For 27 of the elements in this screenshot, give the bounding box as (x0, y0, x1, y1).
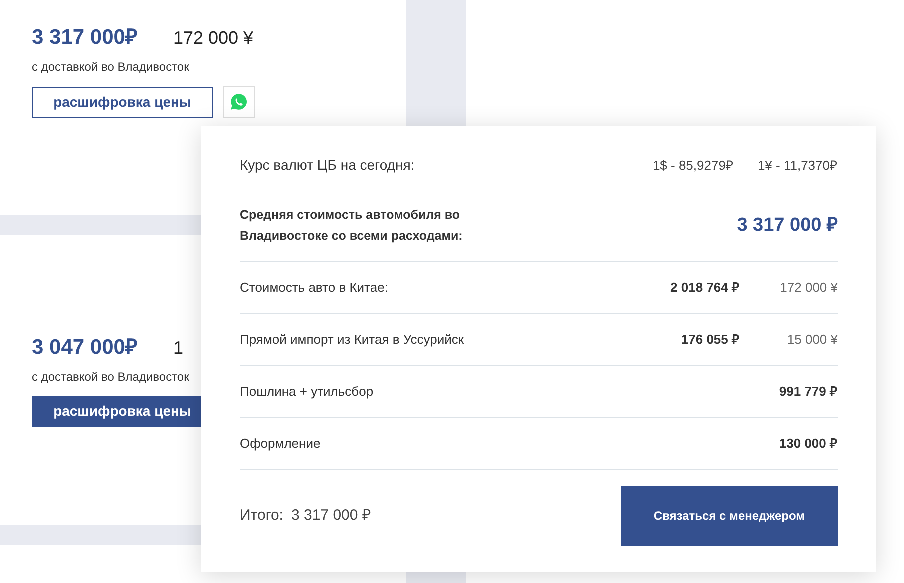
average-cost-value: 3 317 000 ₽ (737, 214, 838, 238)
delivery-note: с доставкой во Владивосток (32, 369, 190, 386)
chat-bubble-icon (230, 93, 248, 111)
cost-yuan: 172 000 ¥ (779, 278, 838, 297)
rate-label: Курс валют ЦБ на сегодня: (240, 156, 415, 175)
cost-rub: 991 779 ₽ (779, 382, 838, 401)
price: 3 317 000₽ (32, 25, 138, 51)
price-breakdown-button[interactable]: расшифровка цены (32, 86, 213, 118)
exchange-rate: 1$ - 85,9279₽ (652, 156, 734, 175)
contact-manager-button[interactable]: Связаться с менеджером (621, 486, 838, 546)
exchange-rate: 1¥ - 11,7370₽ (758, 156, 838, 175)
total-value: 3 317 000 ₽ (291, 506, 372, 526)
cost-item-label: Оформление (240, 434, 322, 453)
cost-item-label: Стоимость авто в Китае: (240, 278, 390, 297)
price-yuan: 172 000 ¥ (173, 27, 254, 50)
cost-rub: 2 018 764 ₽ (670, 278, 740, 297)
average-cost-label: Средняя стоимость автомобиля во Владивостоке со всеми расходами: (240, 207, 464, 245)
cost-yuan: 15 000 ¥ (786, 330, 838, 349)
total-label: Итого: (240, 506, 284, 526)
cost-item-label: Прямой импорт из Китая в Уссурийск (240, 330, 466, 349)
delivery-note: с доставкой во Владивосток (32, 59, 190, 76)
price-yuan: 1 (173, 337, 184, 360)
cost-rub: 176 055 ₽ (681, 330, 740, 349)
cost-rub: 130 000 ₽ (779, 434, 838, 453)
cost-item-label: Пошлина + утильсбор (240, 382, 375, 401)
price: 3 047 000₽ (32, 335, 138, 361)
whatsapp-button[interactable] (223, 86, 255, 118)
